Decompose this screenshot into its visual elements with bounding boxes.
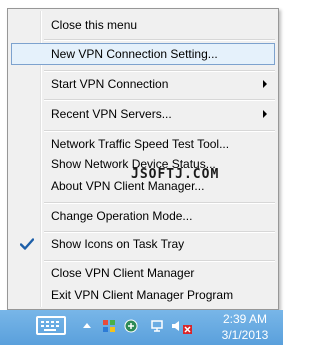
menu-item-close-vpn-client-manager[interactable]: Close VPN Client Manager	[11, 262, 275, 284]
network-icon[interactable]	[150, 319, 164, 333]
checkmark-icon	[20, 238, 34, 250]
menu-item-recent-vpn-servers[interactable]: Recent VPN Servers...	[11, 103, 275, 125]
menu-item-change-operation-mode[interactable]: Change Operation Mode...	[11, 205, 275, 227]
menu-item-label: Network Traffic Speed Test Tool...	[51, 137, 230, 151]
clock-date: 3/1/2013	[221, 328, 269, 342]
submenu-arrow-icon	[263, 110, 267, 118]
menu-item-label: Show Icons on Task Tray	[51, 237, 185, 251]
menu-item-network-speed-test[interactable]: Network Traffic Speed Test Tool...	[11, 133, 275, 155]
menu-item-about-vpn-client-manager[interactable]: About VPN Client Manager...	[11, 175, 275, 197]
clock-time: 2:39 AM	[222, 312, 268, 326]
menu-item-label: Close this menu	[51, 18, 138, 32]
menu-item-label: New VPN Connection Setting...	[51, 47, 218, 61]
vpn-client-tray-icon[interactable]	[124, 319, 138, 333]
menu-item-start-vpn-connection[interactable]: Start VPN Connection	[11, 73, 275, 95]
menu-item-label: Recent VPN Servers...	[51, 107, 172, 121]
menu-item-label: Change Operation Mode...	[51, 209, 193, 223]
menu-item-close-menu[interactable]: Close this menu	[11, 14, 275, 36]
menu-item-label: About VPN Client Manager...	[51, 179, 205, 193]
sound-icon[interactable]	[170, 319, 184, 333]
taskbar: 2:39 AM 3/1/2013	[0, 310, 283, 345]
menu-separator	[44, 202, 275, 204]
menu-separator	[44, 70, 275, 72]
menu-item-label: Exit VPN Client Manager Program	[51, 288, 234, 302]
touch-keyboard-icon[interactable]	[36, 316, 66, 335]
menu-item-label: Close VPN Client Manager	[51, 266, 195, 280]
network-status-icon[interactable]	[102, 319, 116, 333]
menu-item-exit-vpn-client-manager[interactable]: Exit VPN Client Manager Program	[11, 284, 275, 306]
show-hidden-icons-icon[interactable]	[83, 323, 91, 328]
menu-separator	[44, 39, 275, 41]
menu-item-show-icons-on-task-tray[interactable]: Show Icons on Task Tray	[11, 233, 275, 255]
menu-separator	[44, 130, 275, 132]
menu-separator	[44, 99, 275, 101]
context-menu: Close this menu New VPN Connection Setti…	[7, 8, 279, 310]
menu-item-label: Start VPN Connection	[51, 77, 169, 91]
submenu-arrow-icon	[263, 80, 267, 88]
menu-item-new-vpn-connection-setting[interactable]: New VPN Connection Setting...	[11, 43, 275, 65]
taskbar-clock[interactable]: 2:39 AM 3/1/2013	[210, 311, 280, 343]
error-badge-icon	[183, 325, 192, 334]
